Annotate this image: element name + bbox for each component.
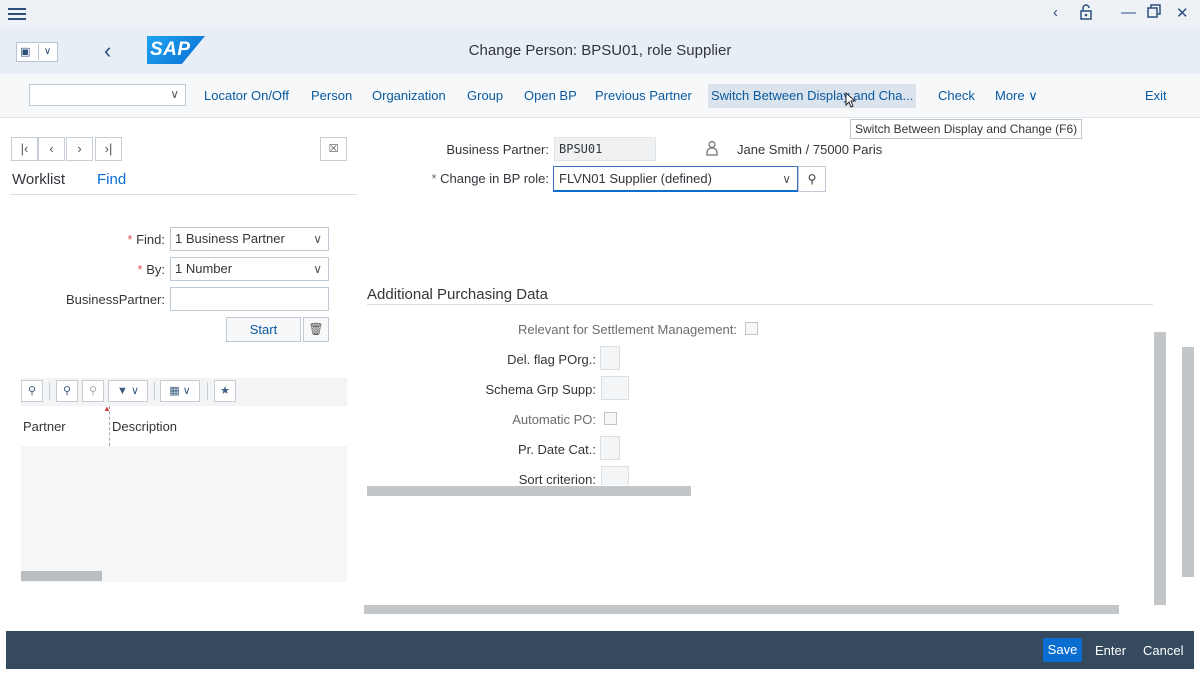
section-fields: Relevant for Settlement Management: Del.… — [357, 310, 1157, 485]
by-label: * By: — [137, 262, 165, 277]
grid-header: Partner Description ▲ — [21, 404, 347, 446]
switch-display-change-button[interactable]: Switch Between Display and Cha... — [708, 84, 917, 108]
window-bar: ‹ — ✕ — [0, 0, 1200, 28]
role-search-icon[interactable]: ⚲ — [798, 166, 826, 192]
application-toolbar: ∨ Locator On/Off Person Organization Gro… — [0, 74, 1200, 118]
automatic-po-label: Automatic PO: — [512, 412, 596, 427]
pr-date-cat-label: Pr. Date Cat.: — [517, 442, 596, 457]
chevron-down-icon: ∨ — [313, 232, 322, 246]
business-partner-field: BPSU01 — [554, 137, 656, 161]
favorite-icon[interactable]: ★ — [214, 380, 236, 402]
section-divider — [367, 304, 1153, 305]
section-vertical-scrollbar[interactable] — [1154, 332, 1166, 605]
page-vertical-scrollbar[interactable] — [1182, 347, 1194, 577]
restore-icon[interactable] — [1147, 4, 1161, 22]
more-label: More — [995, 88, 1025, 103]
sort-indicator-icon: ▲ — [103, 404, 111, 413]
previous-partner-button[interactable]: Previous Partner — [595, 88, 692, 103]
chevron-down-icon: ∨ — [1028, 88, 1038, 103]
section-title: Additional Purchasing Data — [367, 286, 548, 303]
tab-divider — [10, 194, 357, 195]
bp-role-value: FLVN01 Supplier (defined) — [559, 171, 712, 186]
locator-toggle-button[interactable]: Locator On/Off — [204, 88, 289, 103]
start-button[interactable]: Start — [226, 317, 301, 342]
del-flag-field[interactable] — [600, 346, 620, 370]
chevron-down-icon: ∨ — [313, 262, 322, 276]
mouse-cursor-icon — [845, 92, 857, 108]
organization-button[interactable]: Organization — [372, 88, 446, 103]
delete-icon[interactable]: 🗑 — [303, 317, 329, 342]
person-description: Jane Smith / 75000 Paris — [737, 142, 883, 157]
partner-grid: Partner Description ▲ — [21, 404, 347, 582]
bp-role-select[interactable]: FLVN01 Supplier (defined) ∨ — [553, 166, 798, 192]
column-header-partner[interactable]: Partner — [23, 419, 66, 434]
cancel-button[interactable]: Cancel — [1143, 643, 1183, 658]
action-dropdown[interactable]: ∨ — [29, 84, 186, 106]
person-button[interactable]: Person — [311, 88, 352, 103]
by-value: 1 Number — [175, 261, 233, 276]
find-value: 1 Business Partner — [175, 231, 285, 246]
settlement-label: Relevant for Settlement Management: — [518, 322, 737, 337]
previous-record-button[interactable]: ‹ — [38, 137, 65, 161]
exit-button[interactable]: Exit — [1145, 88, 1167, 103]
find-select[interactable]: 1 Business Partner ∨ — [170, 227, 329, 251]
sort-criterion-field[interactable] — [601, 466, 629, 485]
search-next-icon[interactable]: ⚲ — [82, 380, 104, 402]
minimize-icon[interactable]: — — [1121, 4, 1136, 21]
find-label: * Find: — [127, 232, 165, 247]
content-horizontal-scrollbar[interactable] — [364, 605, 1119, 614]
business-partner-label: BusinessPartner: — [66, 292, 165, 307]
shell-header: ▣ ∨ ‹ SAP Change Person: BPSU01, role Su… — [0, 28, 1200, 74]
del-flag-label: Del. flag POrg.: — [507, 352, 596, 367]
schema-grp-label: Schema Grp Supp: — [485, 382, 596, 397]
settlement-checkbox[interactable] — [745, 322, 758, 335]
automatic-po-checkbox[interactable] — [604, 412, 617, 425]
close-panel-button[interactable]: ☒ — [320, 137, 347, 161]
back-arrow-icon[interactable]: ‹ — [1053, 4, 1058, 21]
page-title: Change Person: BPSU01, role Supplier — [468, 42, 732, 59]
hamburger-menu-icon[interactable] — [8, 5, 26, 23]
more-button[interactable]: More ∨ — [995, 88, 1038, 104]
close-window-icon[interactable]: ✕ — [1176, 4, 1189, 22]
details-icon[interactable]: ⚲ — [21, 380, 43, 402]
tab-worklist[interactable]: Worklist — [12, 171, 65, 188]
sort-criterion-label: Sort criterion: — [518, 472, 596, 485]
grid-toolbar: ⚲ ⚲ ⚲ ▼ ∨ ▦ ∨ ★ — [21, 378, 347, 406]
business-partner-input[interactable] — [170, 287, 329, 311]
tab-find[interactable]: Find — [97, 171, 126, 188]
chevron-down-icon: ∨ — [782, 172, 791, 186]
business-partner-header-label: Business Partner: — [446, 142, 549, 157]
person-icon — [706, 140, 718, 156]
chevron-down-icon: ∨ — [170, 87, 179, 101]
filter-icon[interactable]: ▼ ∨ — [108, 380, 148, 402]
grid-horizontal-scrollbar[interactable] — [21, 571, 102, 581]
section-horizontal-scrollbar[interactable] — [367, 486, 691, 496]
schema-grp-field[interactable] — [601, 376, 629, 400]
search-icon[interactable]: ⚲ — [56, 380, 78, 402]
check-button[interactable]: Check — [938, 88, 975, 103]
enter-button[interactable]: Enter — [1095, 643, 1126, 658]
group-button[interactable]: Group — [467, 88, 503, 103]
save-button[interactable]: Save — [1043, 638, 1082, 662]
last-record-button[interactable]: ›| — [95, 137, 122, 161]
unlock-icon[interactable] — [1079, 4, 1093, 24]
next-record-button[interactable]: › — [66, 137, 93, 161]
first-record-button[interactable]: |‹ — [11, 137, 38, 161]
layout-icon[interactable]: ▦ ∨ — [160, 380, 200, 402]
bp-role-label: * Change in BP role: — [431, 171, 549, 186]
by-select[interactable]: 1 Number ∨ — [170, 257, 329, 281]
tooltip: Switch Between Display and Change (F6) — [850, 119, 1083, 139]
column-header-description[interactable]: Description — [112, 419, 177, 434]
pr-date-cat-field[interactable] — [600, 436, 620, 460]
footer-bar — [6, 631, 1194, 669]
open-bp-button[interactable]: Open BP — [524, 88, 577, 103]
